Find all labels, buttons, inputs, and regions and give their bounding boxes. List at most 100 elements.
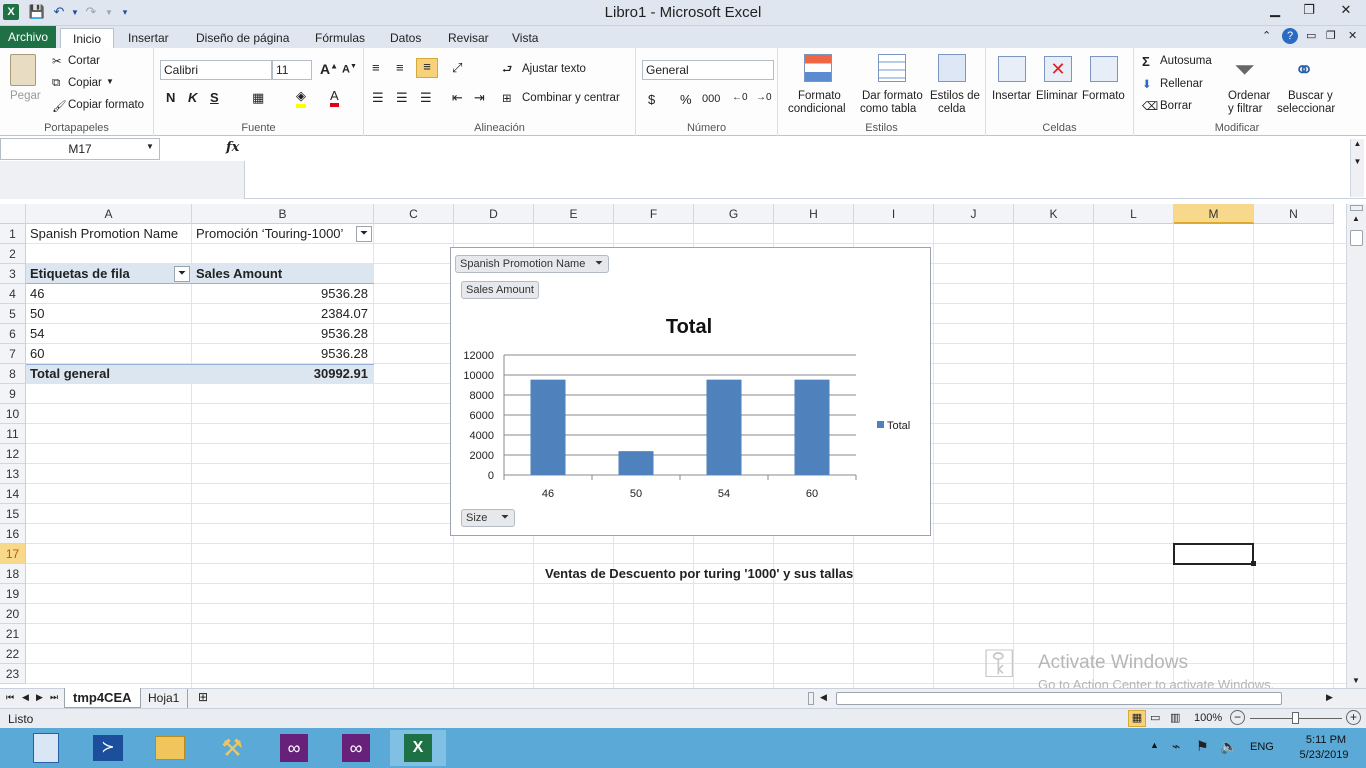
last-sheet-icon[interactable]: ⏭	[50, 692, 58, 703]
table-format-button[interactable]: Dar formato	[862, 90, 923, 102]
excel-taskbar-icon[interactable]: X	[390, 730, 446, 766]
align-right-icon[interactable]: ☰	[420, 90, 432, 106]
doc-close-icon[interactable]: ✕	[1348, 29, 1357, 42]
column-header-M[interactable]: M	[1174, 204, 1254, 224]
merge-center-icon[interactable]: ⊞	[502, 91, 512, 105]
fill-down-icon[interactable]: ⬇	[1142, 77, 1152, 91]
row-header-8[interactable]: 8	[0, 364, 26, 384]
conditional-format-button[interactable]: Formato	[798, 90, 841, 102]
selected-cell[interactable]	[1173, 543, 1254, 565]
insert-cells-button[interactable]: Insertar	[992, 90, 1031, 102]
volume-icon[interactable]: 🔈	[1220, 738, 1237, 755]
percent-button[interactable]: %	[680, 92, 692, 107]
row-header-9[interactable]: 9	[0, 384, 26, 404]
row-header-1[interactable]: 1	[0, 224, 26, 244]
column-header-I[interactable]: I	[854, 204, 934, 224]
column-header-E[interactable]: E	[534, 204, 614, 224]
borders-icon[interactable]: ▦	[252, 90, 264, 106]
scroll-thumb[interactable]	[1350, 230, 1363, 246]
h-split-handle[interactable]	[808, 692, 814, 705]
wrap-text-icon[interactable]: ⮐	[502, 62, 512, 81]
merge-center-button[interactable]: Combinar y centrar	[522, 92, 620, 104]
conditional-format-icon[interactable]	[804, 54, 832, 82]
clock-date[interactable]: 5/23/2019	[1288, 749, 1360, 761]
column-header-D[interactable]: D	[454, 204, 534, 224]
row-header-11[interactable]: 11	[0, 424, 26, 444]
fill-button[interactable]: Rellenar	[1160, 78, 1203, 90]
row-filter-icon[interactable]: ⏷	[174, 266, 190, 282]
column-header-A[interactable]: A	[26, 204, 192, 224]
sheet-tab[interactable]: Hoja1	[140, 689, 189, 708]
pivot-row-label[interactable]: 60	[28, 344, 46, 364]
first-sheet-icon[interactable]: ⏮	[6, 692, 14, 703]
page-layout-icon[interactable]: ▭	[1150, 711, 1160, 724]
fx-icon[interactable]: fx	[226, 140, 239, 155]
zoom-level[interactable]: 100%	[1194, 712, 1222, 724]
align-middle-icon[interactable]: ≡	[396, 60, 404, 75]
align-bottom-icon[interactable]: ≡	[416, 58, 438, 78]
pivot-row-value[interactable]: 9536.28	[194, 324, 370, 344]
column-header-J[interactable]: J	[934, 204, 1014, 224]
pivot-filter-icon[interactable]: ⏷	[356, 226, 372, 242]
copy-icon[interactable]: ⧉	[52, 77, 60, 90]
tab-vista[interactable]: Vista	[500, 28, 550, 48]
pivot-total-label[interactable]: Total general	[28, 364, 112, 384]
cut-button[interactable]: Cortar	[68, 55, 100, 67]
pivot-row-header[interactable]: Etiquetas de fila	[28, 264, 132, 284]
minimize-button[interactable]: ▁	[1258, 0, 1292, 20]
font-name-select[interactable]: Calibri	[160, 60, 272, 80]
help-icon[interactable]: ?	[1282, 28, 1298, 44]
column-header-F[interactable]: F	[614, 204, 694, 224]
zoom-out-icon[interactable]: −	[1230, 710, 1245, 725]
zoom-in-icon[interactable]: +	[1346, 710, 1361, 725]
page-break-icon[interactable]: ▥	[1170, 711, 1180, 724]
file-explorer-icon[interactable]	[142, 730, 198, 766]
sort-filter-icon[interactable]: ⏷	[1234, 54, 1255, 86]
formula-input[interactable]	[246, 139, 1346, 197]
row-header-18[interactable]: 18	[0, 564, 26, 584]
format-painter-button[interactable]: Copiar formato	[68, 99, 144, 111]
delete-cells-button[interactable]: Eliminar	[1036, 90, 1078, 102]
tab-inicio[interactable]: Inicio	[60, 28, 115, 48]
fill-handle[interactable]	[1251, 561, 1256, 566]
copy-button[interactable]: Copiar	[68, 77, 102, 89]
scroll-left-icon[interactable]: ◀	[820, 692, 827, 703]
tab-diseno[interactable]: Diseño de página	[184, 28, 301, 48]
row-header-5[interactable]: 5	[0, 304, 26, 324]
format-cells-icon[interactable]	[1090, 56, 1118, 82]
pivot-row-value[interactable]: 2384.07	[194, 304, 370, 324]
tab-insertar[interactable]: Insertar	[116, 28, 181, 48]
action-center-icon[interactable]: ⚑	[1196, 738, 1209, 755]
row-header-15[interactable]: 15	[0, 504, 26, 524]
pivot-chart[interactable]: Spanish Promotion Name ⏷ Sales Amount Si…	[450, 247, 931, 536]
row-header-19[interactable]: 19	[0, 584, 26, 604]
namebox-dropdown-icon[interactable]: ▼	[146, 142, 154, 151]
column-header-L[interactable]: L	[1094, 204, 1174, 224]
sheet-tab-active[interactable]: tmp4CEA	[64, 688, 141, 708]
scroll-up-icon[interactable]: ▲	[1352, 214, 1360, 223]
tab-formulas[interactable]: Fórmulas	[303, 28, 377, 48]
column-header-K[interactable]: K	[1014, 204, 1094, 224]
formula-scroll[interactable]: ▲ ▼	[1350, 139, 1364, 197]
scroll-right-icon[interactable]: ▶	[1326, 692, 1333, 703]
tab-archivo[interactable]: Archivo	[0, 26, 56, 48]
pivot-value-header[interactable]: Sales Amount	[194, 264, 284, 284]
table-format-icon[interactable]	[878, 54, 906, 82]
copy-dropdown-icon[interactable]: ▼	[106, 77, 114, 86]
pivot-row-label[interactable]: 50	[28, 304, 46, 324]
insert-cells-icon[interactable]	[998, 56, 1026, 82]
scroll-down-icon[interactable]: ▼	[1352, 676, 1360, 685]
number-format-select[interactable]: General	[642, 60, 774, 80]
align-center-icon[interactable]: ☰	[396, 90, 408, 106]
pivot-row-label[interactable]: 54	[28, 324, 46, 344]
row-header-17[interactable]: 17	[0, 544, 26, 564]
font-color-icon[interactable]: A	[330, 88, 339, 107]
cell-styles-button[interactable]: Estilos de	[930, 90, 980, 102]
sort-filter-button[interactable]: Ordenar	[1228, 90, 1270, 102]
pivot-filter-label[interactable]: Spanish Promotion Name	[28, 224, 180, 244]
tools-icon[interactable]: ⚒	[204, 730, 260, 766]
clear-button[interactable]: Borrar	[1160, 100, 1192, 112]
decrease-indent-icon[interactable]: ⇤	[452, 90, 463, 106]
language-indicator[interactable]: ENG	[1250, 741, 1274, 753]
font-size-select[interactable]: 11	[272, 60, 312, 80]
